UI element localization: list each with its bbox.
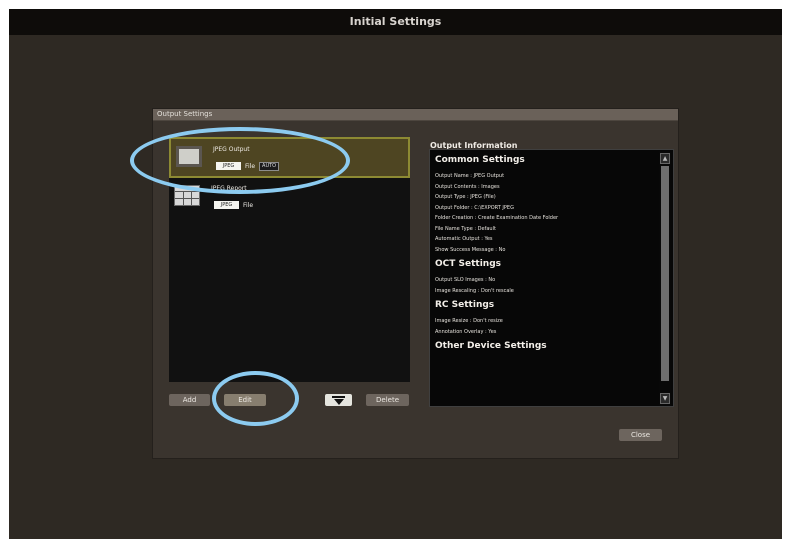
report-grid-icon	[174, 185, 200, 206]
delete-button[interactable]: Delete	[366, 394, 409, 406]
scroll-thumb[interactable]	[661, 166, 669, 381]
output-list: JPEG Output JPEG File AUTO JPEG Report J…	[169, 137, 410, 382]
output-item-details: JPEG File	[214, 201, 253, 209]
format-badge: JPEG	[214, 201, 239, 209]
info-line: Output Type : JPEG (File)	[435, 194, 496, 200]
output-item-details: JPEG File AUTO	[216, 161, 280, 171]
format-badge: JPEG	[216, 162, 241, 170]
scroll-up-button[interactable]: ▲	[660, 153, 670, 164]
info-section-title: Other Device Settings	[435, 341, 547, 351]
scroll-down-button[interactable]: ▼	[660, 393, 670, 404]
info-line: Annotation Overlay : Yes	[435, 328, 497, 335]
info-line: Output SLO Images : No	[435, 277, 496, 283]
filter-button[interactable]	[325, 394, 352, 406]
info-section: OCT Settings Output SLO Images : No Image …	[435, 259, 655, 296]
info-line: Image Resize : Don't resize	[435, 318, 503, 324]
chevron-up-icon: ▲	[662, 154, 668, 162]
info-scrollbar[interactable]: ▲ ▼	[659, 151, 671, 406]
info-section-title: OCT Settings	[435, 259, 502, 269]
info-line: Show Success Message : No	[435, 246, 506, 253]
info-section-title: Common Settings	[435, 155, 525, 165]
info-line: Output Folder : C:\EXPORT JPEG	[435, 204, 514, 211]
dialog-header-label: Output Settings	[157, 110, 213, 118]
add-button[interactable]: Add	[169, 394, 210, 406]
dialog-header: Output Settings	[153, 109, 678, 121]
info-line: Output Contents : Images	[435, 183, 500, 190]
edit-button[interactable]: Edit	[224, 394, 266, 406]
info-line: Automatic Output : Yes	[435, 236, 493, 242]
close-button[interactable]: Close	[619, 429, 662, 441]
info-section: RC Settings Image Resize : Don't resize An…	[435, 300, 655, 337]
output-information-panel[interactable]: Common Settings Output Name : JPEG Output…	[429, 149, 674, 407]
info-section-title: RC Settings	[435, 300, 495, 310]
monitor-icon	[176, 146, 202, 167]
output-information-content: Common Settings Output Name : JPEG Output…	[435, 155, 655, 357]
output-settings-dialog: Output Settings JPEG Output JPEG File AU…	[152, 108, 679, 459]
info-line: File Name Type : Default	[435, 225, 496, 232]
info-section: Other Device Settings	[435, 341, 655, 351]
window-title: Initial Settings	[349, 15, 442, 28]
info-line: Folder Creation : Create Examination Dat…	[435, 215, 559, 221]
output-item-jpeg-output[interactable]: JPEG Output JPEG File AUTO	[169, 137, 410, 178]
app-screen: Initial Settings Output Settings JPEG Ou…	[9, 9, 782, 539]
info-section: Common Settings Output Name : JPEG Output…	[435, 155, 655, 255]
auto-badge: AUTO	[259, 161, 280, 171]
output-type-label: File	[243, 201, 254, 209]
output-item-name: JPEG Report	[211, 185, 247, 192]
output-type-label: File	[245, 162, 256, 170]
output-item-jpeg-report[interactable]: JPEG Report JPEG File	[169, 178, 410, 219]
info-line: Image Rescaling : Don't rescale	[435, 287, 514, 294]
output-item-name: JPEG Output	[213, 146, 250, 153]
title-bar: Initial Settings	[9, 9, 782, 35]
info-line: Output Name : JPEG Output	[435, 173, 505, 179]
chevron-down-icon: ▼	[662, 394, 668, 402]
filter-down-icon	[332, 396, 345, 405]
